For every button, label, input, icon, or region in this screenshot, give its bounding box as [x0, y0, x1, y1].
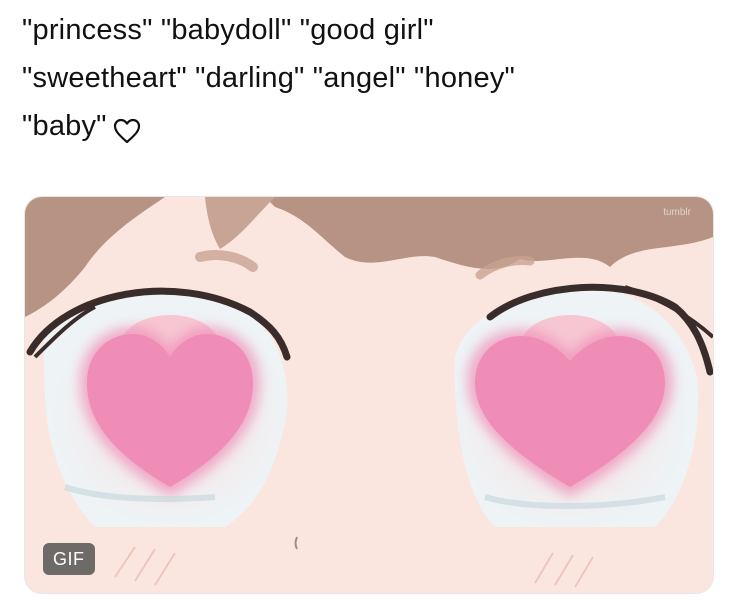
gif-media[interactable]: tumblr GIF — [24, 196, 714, 594]
gif-badge[interactable]: GIF — [43, 543, 95, 575]
tweet-text-line-1: "princess" "babydoll" "good girl" — [22, 14, 434, 46]
anime-eyes-illustration — [25, 197, 713, 593]
tweet-text-line-3-words: "baby" — [22, 110, 107, 142]
tweet-card: "princess" "babydoll" "good girl" "sweet… — [0, 0, 735, 606]
heart-outline-icon — [113, 111, 141, 144]
tweet-text: "princess" "babydoll" "good girl" "sweet… — [22, 6, 722, 150]
media-watermark: tumblr — [663, 207, 691, 218]
tweet-text-line-3: "baby" — [22, 102, 722, 150]
tweet-text-line-2: "sweetheart" "darling" "angel" "honey" — [22, 62, 516, 94]
